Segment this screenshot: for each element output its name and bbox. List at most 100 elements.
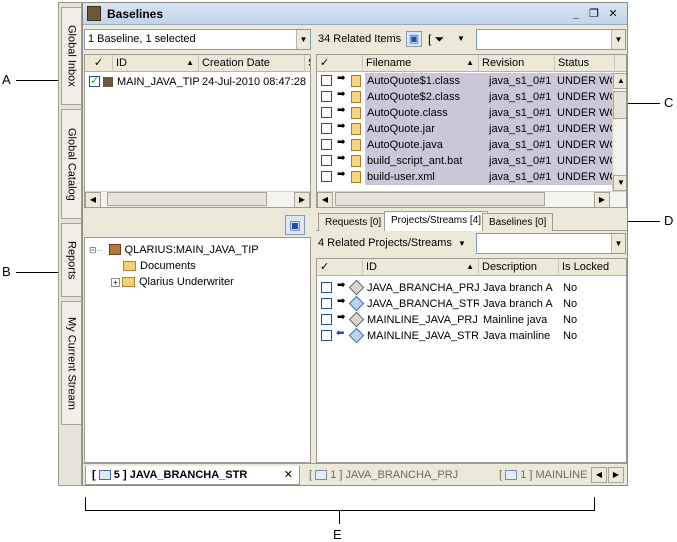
arrow-right-icon: ➡ bbox=[337, 73, 346, 84]
baselines-hscrollbar[interactable]: ◀ ▶ bbox=[85, 191, 310, 207]
save-icon[interactable]: ▣ bbox=[285, 215, 305, 235]
table-row[interactable]: ➡ AutoQuote$1.class java_s1_0#1 UNDER WO bbox=[317, 73, 613, 89]
scroll-right-button[interactable]: ▶ bbox=[594, 192, 610, 207]
bottom-tab-java-brancha-str[interactable]: [ 5 ] JAVA_BRANCHA_STR ✕ bbox=[85, 466, 300, 485]
row-checkbox[interactable] bbox=[321, 282, 332, 293]
tab-scroll-right-button[interactable]: ▶ bbox=[608, 467, 624, 483]
vtab-global-catalog[interactable]: Global Catalog bbox=[61, 109, 81, 219]
stream-icon bbox=[348, 295, 365, 312]
table-row[interactable]: ➡ build_script_ant.bat java_s1_0#1 UNDER… bbox=[317, 153, 613, 169]
chevron-down-icon[interactable]: ▼ bbox=[457, 34, 465, 43]
row-checkbox[interactable] bbox=[321, 75, 332, 86]
row-checkbox[interactable] bbox=[321, 155, 332, 166]
tab-projects-streams[interactable]: Projects/Streams [4] bbox=[384, 211, 489, 231]
projects-streams-filter-input[interactable]: ▼ bbox=[476, 233, 626, 254]
related-items-vscrollbar[interactable]: ▲ ▼ bbox=[612, 73, 626, 191]
projects-streams-grid: ✓ ID ▲ Description Is Locked ➡ JAVA_BRAN… bbox=[316, 258, 627, 463]
tree-root[interactable]: ⊟·· QLARIUS:MAIN_JAVA_TIP bbox=[89, 242, 259, 258]
scroll-thumb[interactable] bbox=[107, 192, 267, 206]
check-column-header[interactable]: ✓ bbox=[85, 55, 113, 72]
tab-baselines[interactable]: Baselines [0] bbox=[482, 213, 554, 231]
row-checkbox[interactable] bbox=[321, 171, 332, 182]
related-items-filter-input[interactable]: ▼ bbox=[476, 29, 626, 50]
check-column-header[interactable]: ✓ bbox=[317, 55, 363, 72]
vtab-reports[interactable]: Reports bbox=[61, 223, 81, 297]
save-icon[interactable]: ▣ bbox=[406, 31, 422, 47]
scroll-down-button[interactable]: ▼ bbox=[613, 175, 626, 191]
scroll-left-button[interactable]: ◀ bbox=[317, 192, 333, 207]
status-column-header[interactable]: Status bbox=[555, 55, 615, 72]
is-locked-column-header[interactable]: Is Locked bbox=[559, 259, 626, 276]
file-icon bbox=[351, 171, 361, 183]
minimize-button[interactable]: _ bbox=[569, 7, 583, 21]
table-row[interactable]: ➡ AutoQuote.java java_s1_0#1 UNDER WO bbox=[317, 137, 613, 153]
id-column-header[interactable]: ID ▲ bbox=[113, 55, 199, 72]
stream-icon bbox=[348, 327, 365, 344]
table-row[interactable]: ➡ AutoQuote.class java_s1_0#1 UNDER WO bbox=[317, 105, 613, 121]
table-row[interactable]: ➡ JAVA_BRANCHA_PRJ Java branch A No bbox=[317, 279, 626, 296]
row-checkbox[interactable] bbox=[321, 107, 332, 118]
scroll-right-button[interactable]: ▶ bbox=[294, 192, 310, 207]
tree-item-qlarius-underwriter[interactable]: + Qlarius Underwriter bbox=[111, 274, 234, 290]
close-button[interactable]: ✕ bbox=[606, 7, 620, 21]
check-column-header[interactable]: ✓ bbox=[317, 259, 363, 276]
creation-date-column-header[interactable]: Creation Date bbox=[199, 55, 305, 72]
table-row[interactable]: ➡ AutoQuote$2.class java_s1_0#1 UNDER WO bbox=[317, 89, 613, 105]
baseline-summary-combo[interactable]: 1 Baseline, 1 selected ▼ bbox=[84, 29, 311, 50]
description-column-header[interactable]: Description bbox=[479, 259, 559, 276]
scroll-up-button[interactable]: ▲ bbox=[613, 73, 626, 89]
row-checkbox[interactable] bbox=[321, 314, 332, 325]
chevron-down-icon[interactable]: ▼ bbox=[611, 30, 625, 49]
close-icon[interactable]: ✕ bbox=[284, 466, 293, 484]
baselines-window: Baselines _ ❐ ✕ 1 Baseline, 1 selected ▼… bbox=[82, 2, 628, 486]
table-row[interactable]: ➡ JAVA_BRANCHA_STR Java branch A No bbox=[317, 295, 626, 312]
projects-streams-grid-header: ✓ ID ▲ Description Is Locked bbox=[317, 259, 626, 276]
callout-d: D bbox=[664, 213, 674, 228]
related-items-toolbar: 34 Related Items ▣ [ ⏷ ▼ ▼ bbox=[316, 29, 626, 51]
expand-icon[interactable]: + bbox=[111, 277, 120, 287]
row-checkbox[interactable] bbox=[321, 123, 332, 134]
arrow-right-icon: ➡ bbox=[337, 296, 346, 307]
id-column-header[interactable]: ID ▲ bbox=[363, 259, 479, 276]
s-column-header[interactable]: S bbox=[305, 55, 310, 72]
scroll-thumb[interactable] bbox=[613, 91, 626, 119]
table-row[interactable]: ➡ MAINLINE_JAVA_PRJ Mainline java No bbox=[317, 311, 626, 328]
chevron-down-icon[interactable]: ▼ bbox=[611, 234, 625, 253]
row-checkbox[interactable] bbox=[321, 91, 332, 102]
chevron-down-icon[interactable]: ▼ bbox=[458, 239, 466, 248]
row-checkbox[interactable] bbox=[321, 298, 332, 309]
callout-b: B bbox=[2, 264, 11, 279]
vertical-tab-strip: Global Inbox Global Catalog Reports My C… bbox=[58, 2, 82, 486]
restore-button[interactable]: ❐ bbox=[587, 7, 601, 21]
row-checkbox[interactable] bbox=[89, 74, 100, 87]
arrow-right-icon: ➡ bbox=[337, 89, 346, 100]
file-icon bbox=[351, 123, 361, 135]
bottom-tab-mainline[interactable]: [ 1 ] MAINLINE bbox=[493, 466, 589, 485]
scroll-thumb[interactable] bbox=[335, 192, 545, 206]
tab-scroll-left-button[interactable]: ◀ bbox=[591, 467, 607, 483]
scroll-left-button[interactable]: ◀ bbox=[85, 192, 101, 207]
related-items-hscrollbar[interactable]: ◀ ▶ bbox=[317, 191, 626, 207]
table-row[interactable]: MAIN_JAVA_TIP 24-Jul-2010 08:47:28 bbox=[85, 74, 310, 90]
row-checkbox[interactable] bbox=[321, 330, 332, 341]
vtab-my-current-stream[interactable]: My Current Stream bbox=[61, 301, 81, 425]
bottom-tab-java-brancha-prj[interactable]: [ 1 ] JAVA_BRANCHA_PRJ bbox=[303, 466, 493, 485]
projects-streams-summary[interactable]: 4 Related Projects/Streams bbox=[318, 237, 452, 249]
baseline-icon bbox=[103, 77, 113, 87]
filename-column-header[interactable]: Filename ▲ bbox=[363, 55, 479, 72]
tree-item-documents[interactable]: Documents bbox=[123, 258, 196, 274]
row-checkbox[interactable] bbox=[321, 139, 332, 150]
tab-requests[interactable]: Requests [0] bbox=[318, 213, 389, 231]
table-row[interactable]: ➡ build-user.xml java_s1_0#1 UNDER WO bbox=[317, 169, 613, 185]
arrow-right-icon: ➡ bbox=[337, 169, 346, 180]
revision-column-header[interactable]: Revision bbox=[479, 55, 555, 72]
filter-icon[interactable]: [ ⏷ bbox=[428, 32, 444, 47]
arrow-right-icon: ➡ bbox=[337, 312, 346, 323]
baselines-book-icon bbox=[87, 6, 101, 21]
table-row[interactable]: ➡ AutoQuote.jar java_s1_0#1 UNDER WO bbox=[317, 121, 613, 137]
vtab-global-inbox[interactable]: Global Inbox bbox=[61, 7, 81, 105]
related-items-grid: ✓ Filename ▲ Revision Status ➡ AutoQuote… bbox=[316, 54, 627, 208]
chevron-down-icon[interactable]: ▼ bbox=[296, 30, 310, 49]
table-row[interactable]: ⬅ MAINLINE_JAVA_STR Java mainline No bbox=[317, 327, 626, 344]
file-icon bbox=[351, 107, 361, 119]
